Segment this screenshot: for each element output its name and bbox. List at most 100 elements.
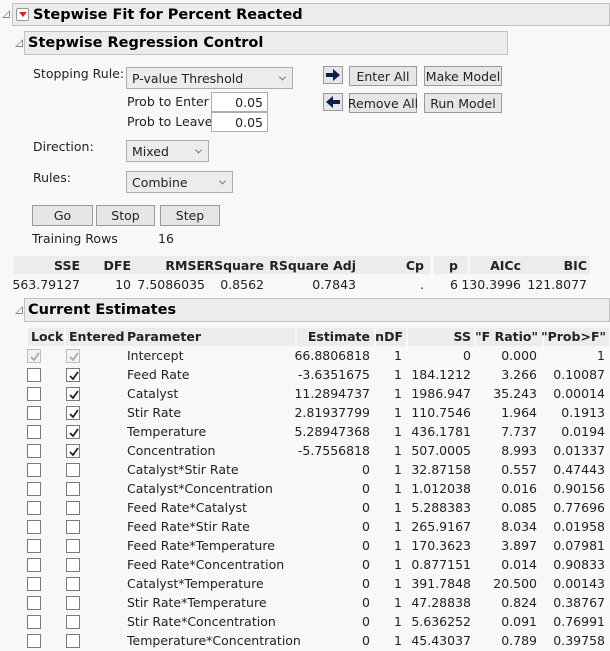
ndf-cell: 1	[394, 614, 402, 629]
lock-checkbox[interactable]	[27, 634, 41, 648]
go-button[interactable]: Go	[32, 205, 93, 226]
lock-checkbox[interactable]	[27, 387, 41, 401]
entered-checkbox[interactable]	[66, 425, 80, 439]
entered-checkbox[interactable]	[66, 558, 80, 572]
column-header-lock[interactable]: Lock	[31, 329, 63, 344]
estimate-row: Feed Rate -3.6351675 1 184.1212 3.266 0.10087	[0, 366, 610, 385]
prob-f-cell: 0.00014	[553, 386, 605, 401]
parameter-cell: Feed Rate*Concentration	[127, 557, 285, 572]
ss-cell: 110.7546	[411, 405, 471, 420]
entered-checkbox[interactable]	[66, 406, 80, 420]
entered-checkbox[interactable]	[66, 539, 80, 553]
f-ratio-cell: 7.737	[501, 424, 537, 439]
lock-checkbox[interactable]	[27, 368, 41, 382]
remove-step-button[interactable]	[323, 93, 343, 111]
f-ratio-cell: 0.824	[501, 595, 537, 610]
column-header-f-ratio[interactable]: "F Ratio"	[475, 329, 538, 344]
ss-cell: 0	[463, 348, 471, 363]
chevron-down-icon	[218, 177, 227, 185]
entered-checkbox[interactable]	[66, 463, 80, 477]
ndf-cell: 1	[394, 633, 402, 648]
rules-select[interactable]: Combine	[126, 171, 233, 193]
step-button[interactable]: Step	[160, 205, 220, 226]
stopping-rule-select[interactable]: P-value Threshold	[126, 67, 293, 89]
stats-header-cell: p	[449, 258, 458, 273]
prob-f-cell: 0.0194	[561, 424, 605, 439]
lock-checkbox[interactable]	[27, 501, 41, 515]
lock-checkbox[interactable]	[27, 463, 41, 477]
direction-select[interactable]: Mixed	[126, 140, 209, 162]
prob-f-cell: 0.1913	[561, 405, 605, 420]
f-ratio-cell: 3.266	[501, 367, 537, 382]
stop-button[interactable]: Stop	[96, 205, 155, 226]
prob-f-cell: 0.07981	[553, 538, 605, 553]
prob-enter-input[interactable]: 0.05	[211, 92, 268, 112]
parameter-cell: Catalyst*Concentration	[127, 481, 273, 496]
entered-checkbox[interactable]	[66, 501, 80, 515]
estimate-cell: -5.7556818	[297, 443, 370, 458]
disclosure-triangle-icon[interactable]	[15, 306, 23, 314]
column-header-parameter[interactable]: Parameter	[127, 329, 201, 344]
estimate-row: Intercept 66.8806818 1 0 0.000 1	[0, 347, 610, 366]
entered-checkbox[interactable]	[66, 577, 80, 591]
column-header-ndf[interactable]: nDF	[375, 329, 403, 344]
lock-checkbox[interactable]	[27, 577, 41, 591]
entered-checkbox[interactable]	[66, 387, 80, 401]
enter-step-button[interactable]	[323, 66, 343, 84]
parameter-cell: Concentration	[127, 443, 216, 458]
prob-f-cell: 0.00143	[553, 576, 605, 591]
lock-checkbox[interactable]	[27, 520, 41, 534]
f-ratio-cell: 0.016	[501, 481, 537, 496]
entered-checkbox[interactable]	[66, 634, 80, 648]
lock-checkbox[interactable]	[27, 406, 41, 420]
lock-checkbox[interactable]	[27, 615, 41, 629]
estimate-cell: 11.2894737	[294, 386, 370, 401]
lock-checkbox[interactable]	[27, 596, 41, 610]
make-model-button[interactable]: Make Model	[424, 66, 502, 86]
lock-checkbox[interactable]	[27, 539, 41, 553]
ss-cell: 32.87158	[411, 462, 471, 477]
disclosure-triangle-icon[interactable]	[2, 10, 10, 18]
entered-checkbox[interactable]	[66, 596, 80, 610]
estimate-cell: 0	[362, 462, 370, 477]
ndf-cell: 1	[394, 519, 402, 534]
entered-checkbox[interactable]	[66, 368, 80, 382]
stats-value-cell: .	[420, 277, 424, 292]
column-header-entered[interactable]: Entered	[69, 329, 124, 344]
parameter-cell: Stir Rate*Concentration	[127, 614, 276, 629]
column-header-ss[interactable]: SS	[454, 329, 471, 344]
run-model-button[interactable]: Run Model	[424, 93, 502, 113]
ss-cell: 45.43037	[411, 633, 471, 648]
entered-checkbox[interactable]	[66, 520, 80, 534]
estimate-cell: 0	[362, 595, 370, 610]
entered-checkbox[interactable]	[66, 482, 80, 496]
entered-checkbox[interactable]	[66, 615, 80, 629]
lock-checkbox[interactable]	[27, 444, 41, 458]
parameter-cell: Intercept	[127, 348, 184, 363]
prob-f-cell: 0.90156	[553, 481, 605, 496]
stats-value-cell: 0.8562	[220, 277, 264, 292]
stats-header-cell: AICc	[490, 258, 521, 273]
entered-checkbox[interactable]	[66, 444, 80, 458]
f-ratio-cell: 20.500	[493, 576, 537, 591]
estimate-cell: -3.6351675	[297, 367, 370, 382]
chevron-down-icon	[278, 73, 287, 81]
estimate-cell: 0	[362, 614, 370, 629]
estimate-cell: 66.8806818	[294, 348, 370, 363]
prob-leave-input[interactable]: 0.05	[211, 112, 268, 132]
estimate-row: Stir Rate 2.81937799 1 110.7546 1.964 0.1913	[0, 404, 610, 423]
column-header-estimate[interactable]: Estimate	[308, 329, 370, 344]
lock-checkbox[interactable]	[27, 482, 41, 496]
column-header-prob-f[interactable]: "Prob>F"	[541, 329, 606, 344]
lock-checkbox[interactable]	[27, 558, 41, 572]
disclosure-triangle-icon[interactable]	[15, 39, 23, 47]
enter-all-button[interactable]: Enter All	[349, 66, 417, 86]
control-title: Stepwise Regression Control	[28, 35, 264, 51]
stats-header-cell: DFE	[103, 258, 131, 273]
prob-f-cell: 0.76991	[553, 614, 605, 629]
lock-checkbox[interactable]	[27, 425, 41, 439]
remove-all-button[interactable]: Remove All	[348, 93, 418, 113]
prob-f-cell: 0.01958	[553, 519, 605, 534]
estimate-row: Concentration -5.7556818 1 507.0005 8.993 0.0…	[0, 442, 610, 461]
red-triangle-menu-icon[interactable]	[16, 8, 29, 21]
